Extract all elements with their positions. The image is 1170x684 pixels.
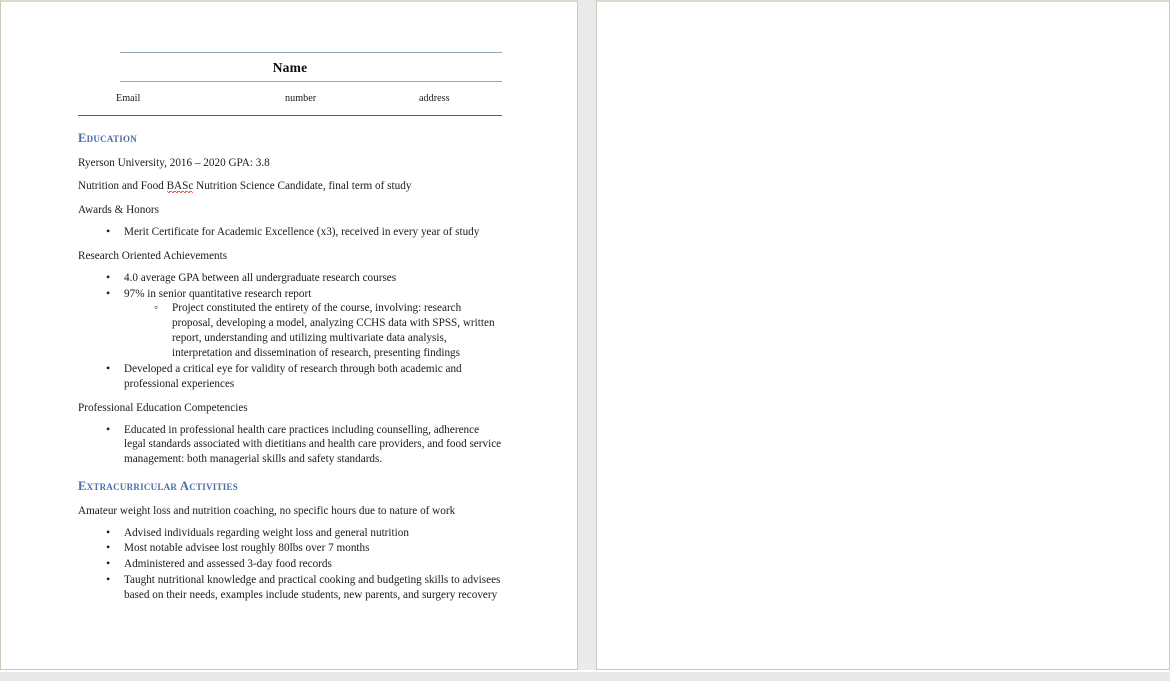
awards-label: Awards & Honors — [78, 204, 160, 217]
education-school-line: Ryerson University, 2016 – 2020 GPA: 3.8 — [78, 156, 270, 169]
list-item: 97% in senior quantitative research repo… — [106, 286, 502, 361]
list-item: Administered and assessed 3-day food rec… — [106, 556, 502, 572]
education-program-line: Nutrition and Food BASc Nutrition Scienc… — [78, 179, 502, 194]
header-bottom-rule — [78, 115, 502, 116]
extracurricular-list: Advised individuals regarding weight los… — [78, 525, 502, 603]
list-item: Developed a critical eye for validity of… — [106, 361, 502, 392]
candidate-name: Name — [272, 60, 308, 75]
horizontal-scrollbar[interactable] — [0, 672, 1170, 681]
document-viewer[interactable]: Name Email number address Education Ryer… — [0, 0, 1170, 684]
list-item: Merit Certificate for Academic Excellenc… — [106, 224, 502, 240]
resume-page-2[interactable]: Adjust language and communication style … — [596, 0, 1170, 670]
list-item: 4.0 average GPA between all undergraduat… — [106, 270, 502, 286]
name-rule-top — [120, 52, 502, 53]
program-suffix: Nutrition Science Candidate, final term … — [193, 180, 412, 193]
list-item-text: 97% in senior quantitative research repo… — [124, 287, 312, 300]
viewer-bottom-strip — [0, 670, 1170, 684]
program-prefix: Nutrition and Food — [78, 180, 167, 193]
page-gap-divider — [578, 0, 596, 670]
contact-row: Email number address — [78, 92, 502, 112]
awards-list: Merit Certificate for Academic Excellenc… — [78, 224, 502, 240]
research-sublist: Project constituted the entirety of the … — [124, 300, 502, 361]
contact-number: number — [285, 93, 317, 104]
contact-address: address — [419, 93, 450, 104]
misspelled-basc: BASc — [166, 180, 194, 194]
list-item: Advised individuals regarding weight los… — [106, 525, 502, 541]
research-label: Research Oriented Achievements — [78, 249, 228, 262]
competencies-list: Educated in professional health care pra… — [78, 422, 502, 468]
resume-header: Name Email number address — [78, 52, 502, 116]
section-heading-education: Education — [78, 131, 137, 145]
name-block: Name — [78, 52, 502, 82]
resume-page-1[interactable]: Name Email number address Education Ryer… — [0, 0, 578, 670]
contact-email: Email — [116, 93, 141, 104]
list-item: Educated in professional health care pra… — [106, 422, 502, 468]
list-item: Taught nutritional knowledge and practic… — [106, 572, 502, 603]
research-list: 4.0 average GPA between all undergraduat… — [78, 270, 502, 392]
page-1-content: Name Email number address Education Ryer… — [78, 52, 502, 604]
name-rule-bottom — [120, 81, 502, 82]
competencies-label: Professional Education Competencies — [78, 401, 248, 414]
sub-list-item: Project constituted the entirety of the … — [154, 300, 502, 361]
extracurricular-subtitle: Amateur weight loss and nutrition coachi… — [78, 504, 456, 517]
section-heading-extracurricular: Extracurricular Activities — [78, 479, 238, 494]
list-item: Most notable advisee lost roughly 80lbs … — [106, 540, 502, 556]
